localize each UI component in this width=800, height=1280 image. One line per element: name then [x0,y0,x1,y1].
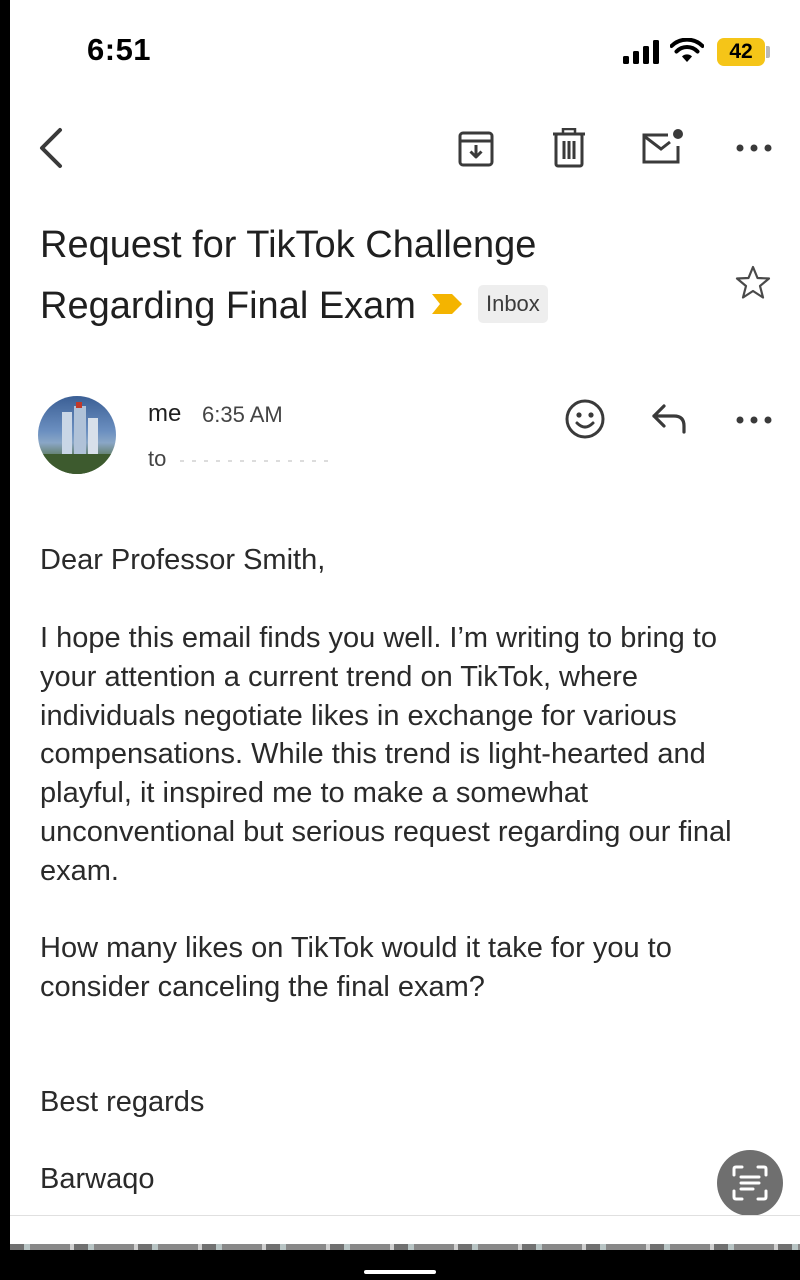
email-signoff: Best regards [40,1086,205,1118]
importance-marker-icon[interactable] [430,292,464,316]
home-indicator[interactable] [364,1270,436,1274]
email-paragraph-2: How many likes on TikTok would it take f… [40,932,672,1003]
cellular-signal-icon [623,40,659,64]
message-time: 6:35 AM [202,402,283,427]
battery-indicator: 42 [717,38,765,66]
avatar-photo [38,402,116,474]
back-button[interactable] [36,126,66,170]
email-paragraph-1: I hope this email finds you well. I’m wr… [40,622,732,887]
battery-nub [766,46,770,58]
email-signature: Barwaqo [40,1163,155,1195]
email-subject: Request for TikTok Challenge Regarding F… [40,215,720,337]
blurred-bottom-strip [10,1244,800,1250]
inbox-label-chip[interactable]: Inbox [477,284,548,323]
mark-unread-button[interactable] [640,128,684,166]
email-greeting: Dear Professor Smith, [40,544,326,576]
status-time: 6:51 [87,32,152,67]
archive-button[interactable] [457,130,495,168]
scan-text-button[interactable] [717,1150,783,1216]
wifi-icon [670,38,704,62]
message-more-button[interactable] [734,412,774,428]
recipient-redacted [180,460,332,462]
sender-name: me [148,400,182,427]
more-options-button[interactable] [734,140,774,156]
delete-button[interactable] [551,128,587,168]
email-screen: 6:51 42 Request for TikTok Challenge Reg… [10,0,800,1250]
star-button[interactable] [734,264,772,302]
reply-button[interactable] [650,402,690,436]
add-reaction-button[interactable] [564,398,606,440]
scan-text-icon [732,1165,768,1201]
sender-avatar[interactable] [38,396,116,474]
divider [10,1215,800,1216]
recipient-details-toggle[interactable]: to [148,446,166,472]
